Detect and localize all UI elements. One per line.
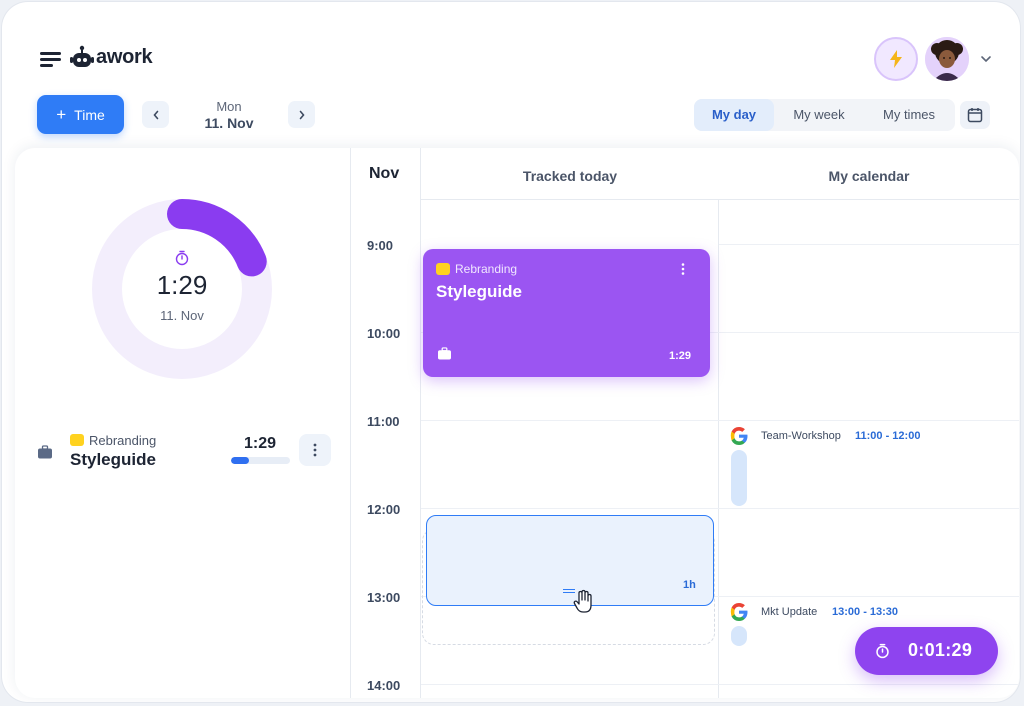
current-date-value: 11. Nov — [204, 115, 254, 131]
next-day-button[interactable] — [288, 101, 315, 128]
my-calendar-header: My calendar — [828, 168, 910, 184]
entry-more-button[interactable] — [299, 434, 331, 466]
grab-cursor-icon — [573, 589, 592, 613]
chevron-down-icon[interactable] — [980, 54, 992, 64]
project-icon — [70, 434, 84, 446]
tab-my-times[interactable]: My times — [866, 99, 952, 131]
hour-label: 11:00 — [367, 414, 400, 429]
time-entry[interactable]: Rebranding Styleguide 1:29 — [35, 428, 335, 478]
tracked-card-duration: 1:29 — [669, 350, 692, 362]
event-duration-bar[interactable] — [731, 450, 747, 506]
previous-day-button[interactable] — [142, 101, 169, 128]
add-time-label: Time — [74, 106, 105, 123]
summary-date: 11. Nov — [160, 308, 204, 323]
tracked-today-header: Tracked today — [522, 168, 618, 184]
running-timer-button[interactable]: 0:01:29 — [855, 627, 998, 675]
hour-label: 9:00 — [367, 238, 394, 253]
entry-task: Styleguide — [70, 450, 156, 469]
calendar-column-divider — [718, 200, 719, 698]
avatar-image — [925, 37, 969, 81]
app-logo-text: awork — [96, 46, 153, 68]
timer-elapsed: 0:01:29 — [908, 640, 973, 660]
grid-line — [719, 244, 1019, 245]
app-window: awork + Time Mon 11. Nov My day My week … — [2, 2, 1020, 702]
plus-icon: + — [56, 104, 67, 124]
chevron-right-icon — [299, 110, 305, 119]
calendar-button[interactable] — [960, 101, 990, 129]
hour-label: 13:00 — [367, 590, 401, 605]
tracked-card-task: Styleguide — [436, 282, 522, 301]
chevron-left-icon — [152, 110, 158, 119]
awork-logo-icon — [70, 45, 94, 67]
event-duration-bar[interactable] — [731, 626, 747, 646]
total-time: 1:29 — [156, 270, 208, 300]
hour-label: 14:00 — [367, 678, 401, 693]
grid-line — [421, 508, 1019, 509]
briefcase-icon — [38, 445, 52, 459]
tracked-time-card[interactable]: Rebranding Styleguide 1:29 — [423, 249, 710, 377]
more-vertical-icon — [313, 443, 317, 457]
bolt-icon — [890, 50, 902, 68]
event-title[interactable]: Mkt Update — [761, 606, 817, 618]
tab-my-day[interactable]: My day — [694, 99, 774, 131]
event-time: 11:00 - 12:00 — [855, 430, 921, 442]
main-panel: 1:29 11. Nov Rebranding Styleguide 1:29 — [15, 148, 1019, 698]
new-time-entry-draft[interactable]: 1h — [426, 515, 714, 606]
current-date: Mon 11. Nov — [188, 99, 270, 131]
grid-line — [421, 420, 1019, 421]
draft-duration: 1h — [683, 579, 696, 591]
entry-progress-fill — [231, 457, 249, 464]
user-avatar[interactable] — [925, 37, 969, 81]
stopwatch-icon — [175, 250, 189, 266]
month-label: Nov — [369, 165, 400, 182]
column-header-line — [421, 199, 1019, 200]
bolt-button[interactable] — [874, 37, 918, 81]
tab-my-week[interactable]: My week — [778, 99, 860, 131]
project-icon — [436, 263, 450, 275]
stopwatch-icon — [876, 643, 889, 659]
hour-label: 10:00 — [367, 326, 401, 341]
entry-project: Rebranding — [89, 433, 157, 448]
calendar-icon — [967, 108, 983, 123]
current-date-day: Mon — [216, 99, 242, 114]
view-switcher: My day My week My times — [694, 99, 955, 131]
ring-center: 1:29 11. Nov — [91, 198, 273, 380]
tracked-card-project: Rebranding — [455, 262, 518, 276]
day-summary: 1:29 11. Nov Rebranding Styleguide 1:29 — [15, 148, 350, 698]
entry-duration: 1:29 — [244, 435, 277, 452]
add-time-button[interactable]: + Time — [37, 95, 124, 134]
hours-divider — [420, 148, 421, 698]
hour-axis: Nov 9:00 10:00 11:00 12:00 13:00 14:00 — [351, 148, 421, 698]
google-icon — [730, 427, 748, 445]
grid-line — [421, 684, 1019, 685]
entry-progress-bar — [231, 457, 290, 464]
more-vertical-icon[interactable] — [681, 263, 685, 275]
event-time: 13:00 - 13:30 — [832, 606, 899, 618]
menu-icon[interactable] — [40, 52, 61, 67]
hour-label: 12:00 — [367, 502, 401, 517]
google-icon — [730, 603, 748, 621]
event-title[interactable]: Team-Workshop — [761, 430, 841, 442]
briefcase-icon — [438, 347, 451, 360]
